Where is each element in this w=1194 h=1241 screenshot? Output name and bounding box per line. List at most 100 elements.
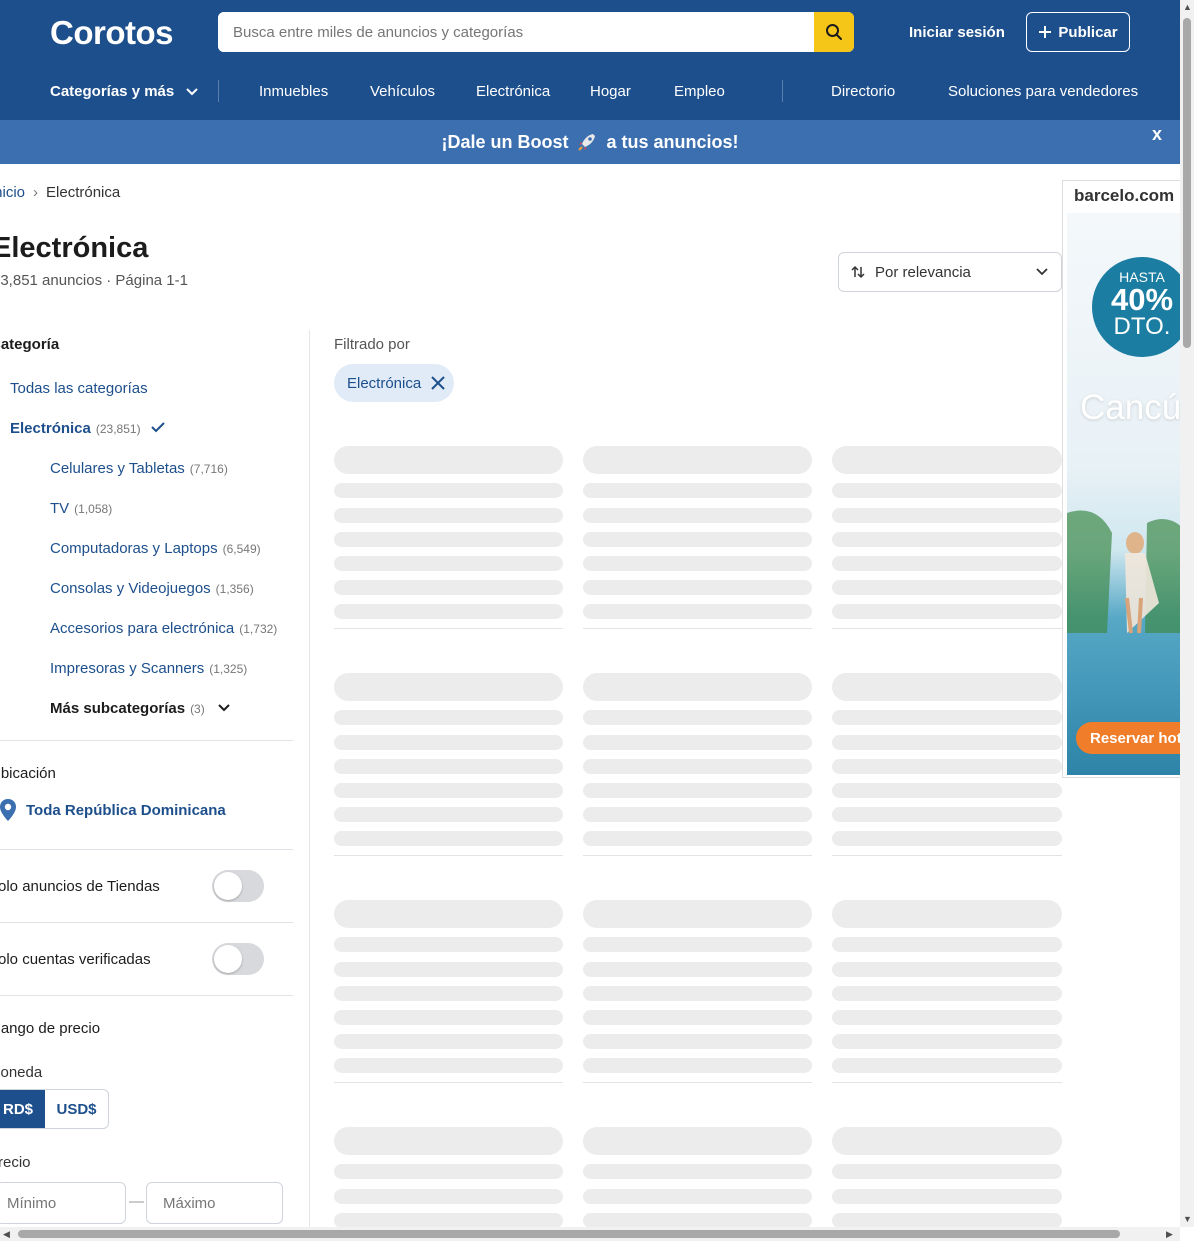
price-range-dash: —	[129, 1193, 144, 1210]
skeleton-title-bar	[334, 673, 563, 701]
close-icon[interactable]	[431, 376, 445, 390]
nav-link-electronica[interactable]: Electrónica	[476, 83, 550, 100]
skeleton-line	[334, 962, 563, 977]
rocket-icon	[578, 134, 596, 151]
skeleton-line	[583, 1034, 812, 1049]
skeleton-line	[832, 710, 1062, 725]
skeleton-line	[334, 483, 563, 498]
skeleton-divider	[583, 628, 812, 629]
skeleton-title-bar	[583, 900, 812, 928]
subcategory-count: (1,058)	[74, 502, 113, 516]
skeleton-line	[583, 1058, 812, 1073]
skeleton-divider	[583, 1082, 812, 1083]
skeleton-line	[583, 532, 812, 547]
breadcrumb-home[interactable]: Inicio	[0, 184, 25, 201]
subcategory-item[interactable]: Celulares y Tabletas (7,716)	[50, 460, 228, 477]
skeleton-line	[583, 783, 812, 798]
category-current[interactable]: Electrónica (23,851)	[10, 420, 165, 437]
skeleton-title-bar	[832, 673, 1062, 701]
subcategory-item[interactable]: Consolas y Videojuegos (1,356)	[50, 580, 254, 597]
scroll-up-icon[interactable]: ▲	[1183, 2, 1192, 12]
scroll-right-icon[interactable]: ▶	[1166, 1229, 1173, 1240]
skeleton-line	[583, 962, 812, 977]
nav-link-hogar[interactable]: Hogar	[590, 83, 631, 100]
subcategory-count: (1,732)	[239, 622, 278, 636]
skeleton-line	[334, 508, 563, 523]
verified-only-label: Solo cuentas verificadas	[0, 951, 151, 968]
nav-link-empleo[interactable]: Empleo	[674, 83, 725, 100]
stores-only-label: Solo anuncios de Tiendas	[0, 878, 160, 895]
skeleton-divider	[832, 628, 1062, 629]
login-link[interactable]: Iniciar sesión	[909, 24, 1005, 41]
skeleton-line	[832, 1164, 1062, 1179]
verified-only-toggle[interactable]	[212, 943, 264, 975]
sort-label: Por relevancia	[875, 263, 971, 281]
skeleton-line	[334, 710, 563, 725]
more-subcategories-toggle[interactable]: Más subcategorías (3)	[50, 700, 231, 717]
subcategory-item[interactable]: TV (1,058)	[50, 500, 112, 517]
subcategory-item[interactable]: Computadoras y Laptops (6,549)	[50, 540, 261, 557]
nav-link-inmuebles[interactable]: Inmuebles	[259, 83, 328, 100]
skeleton-line	[334, 604, 563, 619]
skeleton-title-bar	[583, 673, 812, 701]
subcategory-item[interactable]: Accesorios para electrónica (1,732)	[50, 620, 277, 637]
categories-menu[interactable]: Categorías y más	[50, 83, 199, 100]
skeleton-line	[334, 556, 563, 571]
publish-button[interactable]: Publicar	[1026, 12, 1130, 52]
skeleton-line	[334, 580, 563, 595]
breadcrumb: Inicio › Electrónica	[0, 184, 120, 201]
ad-badge-value: 40%	[1110, 282, 1174, 317]
price-max-input[interactable]	[146, 1182, 283, 1224]
category-all[interactable]: Todas las categorías	[10, 380, 148, 397]
boost-banner[interactable]: ¡Dale un Boost a tus anuncios!	[0, 120, 1180, 164]
skeleton-line	[832, 937, 1062, 952]
subcategory-label: TV	[50, 500, 70, 517]
sort-dropdown[interactable]: Por relevancia	[838, 252, 1062, 292]
vertical-scroll-thumb[interactable]	[1183, 18, 1191, 348]
corotos-logo[interactable]: Corotos	[50, 14, 174, 52]
search-input[interactable]	[218, 12, 814, 52]
skeleton-line	[832, 1010, 1062, 1025]
skeleton-line	[334, 1058, 563, 1073]
skeleton-line	[832, 807, 1062, 822]
skeleton-line	[832, 962, 1062, 977]
skeleton-line	[583, 807, 812, 822]
nav-link-vehiculos[interactable]: Vehículos	[370, 83, 435, 100]
price-min-input[interactable]	[0, 1182, 126, 1224]
skeleton-line	[583, 556, 812, 571]
ad-discount-badge: HASTA 40% DTO.	[1092, 257, 1181, 357]
vertical-scrollbar[interactable]: ▲ ▼	[1180, 0, 1194, 1227]
banner-close-button[interactable]: x	[1152, 124, 1162, 145]
skeleton-line	[334, 1034, 563, 1049]
sidebar-divider-line	[0, 995, 293, 996]
search-button[interactable]	[814, 12, 854, 52]
scroll-left-icon[interactable]: ◀	[3, 1229, 10, 1240]
stores-only-toggle[interactable]	[212, 870, 264, 902]
skeleton-line	[583, 735, 812, 750]
location-selector[interactable]: Toda República Dominicana	[0, 798, 226, 822]
sidebar-divider-line	[0, 849, 293, 850]
horizontal-scroll-thumb[interactable]	[18, 1230, 1120, 1238]
category-heading: Categoría	[0, 336, 60, 353]
main-nav: Categorías y más Inmuebles Vehículos Ele…	[0, 80, 1180, 106]
price-label: Precio	[0, 1154, 31, 1171]
sidebar-divider-line	[0, 740, 293, 741]
skeleton-divider	[832, 1082, 1062, 1083]
currency-option-usd[interactable]: USD$	[45, 1090, 108, 1128]
skeleton-title-bar	[334, 900, 563, 928]
more-subcategories-label: Más subcategorías	[50, 700, 186, 717]
skeleton-line	[583, 483, 812, 498]
skeleton-line	[334, 937, 563, 952]
nav-link-sellers[interactable]: Soluciones para vendedores	[948, 83, 1138, 100]
skeleton-line	[334, 807, 563, 822]
skeleton-line	[832, 483, 1062, 498]
subcategory-item[interactable]: Impresoras y Scanners (1,325)	[50, 660, 247, 677]
filter-chip[interactable]: Electrónica	[334, 364, 454, 402]
search-bar	[218, 12, 854, 52]
horizontal-scrollbar[interactable]: ◀ ▶	[0, 1227, 1180, 1241]
ad-banner[interactable]: barcelo.com HASTA 40% DTO. Cancún Reserv…	[1062, 180, 1182, 778]
ad-cta-button[interactable]: Reservar hotel	[1076, 722, 1181, 754]
currency-option-rd[interactable]: RD$	[0, 1090, 45, 1128]
scroll-down-icon[interactable]: ▼	[1183, 1214, 1192, 1224]
nav-link-directorio[interactable]: Directorio	[831, 83, 895, 100]
